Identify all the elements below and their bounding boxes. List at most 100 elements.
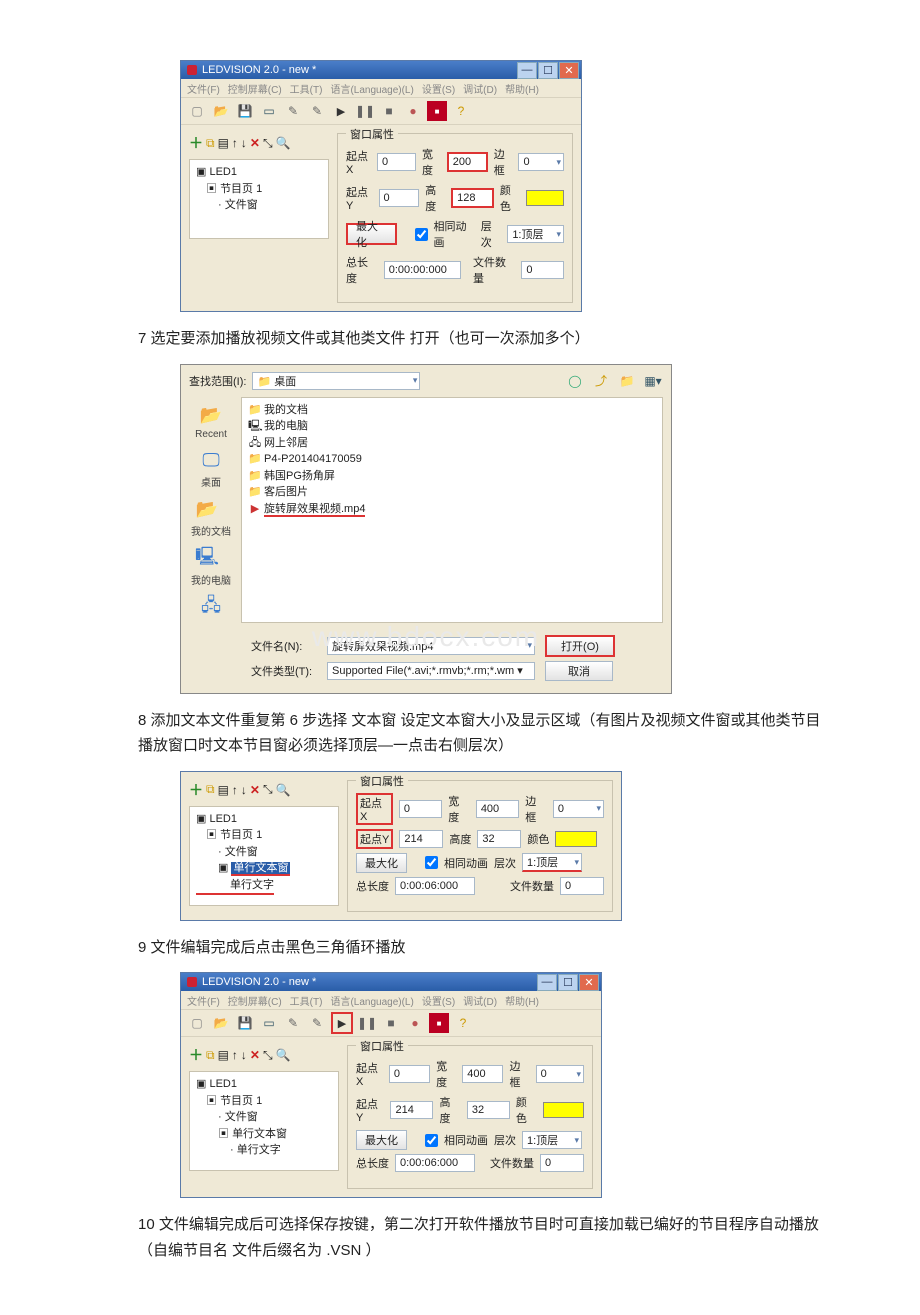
menu-tools[interactable]: 工具(T) [290,993,323,1008]
select-layer[interactable]: 1:顶层▾ [522,1131,582,1149]
tree-node-page[interactable]: ▣ 节目页 1 [196,1093,332,1110]
new-folder-icon[interactable]: 📁 [617,371,637,391]
edit-icon[interactable]: ✎ [307,1013,327,1033]
recent-icon[interactable]: 📂 [195,403,227,429]
input-duration[interactable]: 0:00:06:000 [395,1154,475,1172]
input-startx[interactable]: 0 [399,800,442,818]
pause-icon[interactable]: ❚❚ [355,101,375,121]
paste-icon[interactable]: ▤ [218,1048,229,1062]
back-icon[interactable]: ◯ [565,371,585,391]
copy-icon[interactable]: ⧉ [206,1048,215,1063]
select-layer[interactable]: 1:顶层▾ [507,225,564,243]
color-swatch[interactable] [543,1102,584,1118]
list-item[interactable]: ▶旋转屏效果视频.mp4 [248,501,656,518]
tree-node-page[interactable]: ▣ 节目页 1 [196,181,322,198]
copy-icon[interactable]: ⧉ [206,782,215,797]
add-icon[interactable]: ＋ [189,780,203,800]
list-item[interactable]: 🖧网上邻居 [248,435,656,452]
list-item[interactable]: 📁我的文档 [248,402,656,419]
menu-help[interactable]: 帮助(H) [505,81,539,96]
down-icon[interactable]: ↓ [241,136,247,150]
input-height[interactable]: 128 [451,188,494,208]
input-height[interactable]: 32 [467,1101,510,1119]
new-icon[interactable]: ▢ [187,1013,207,1033]
help-icon[interactable]: ? [451,101,471,121]
tree-node-textwin[interactable]: ▣ 单行文本窗 [196,1126,332,1143]
brush-icon[interactable]: ✎ [283,1013,303,1033]
program-tree[interactable]: ▣ LED1 ▣ 节目页 1 · 文件窗 ▣ 单行文本窗 单行文字 [189,806,339,906]
menu-language[interactable]: 语言(Language)(L) [330,993,413,1008]
menu-settings[interactable]: 设置(S) [422,81,455,96]
expand-icon[interactable]: ⤡ [263,782,273,797]
color-swatch[interactable] [555,831,597,847]
help-icon[interactable]: ? [453,1013,473,1033]
up-icon[interactable]: ↑ [232,136,238,150]
input-startx[interactable]: 0 [389,1065,430,1083]
tree-node-led[interactable]: ▣ LED1 [196,164,322,181]
minimize-button[interactable]: — [517,62,537,79]
copy-icon[interactable]: ⧉ [206,136,215,151]
mycomputer-icon[interactable]: 🖳 [191,546,223,572]
input-startx[interactable]: 0 [377,153,416,171]
menu-screen[interactable]: 控制屏幕(C) [228,81,282,96]
stop-icon[interactable]: ■ [381,1013,401,1033]
delete-icon[interactable]: ✕ [250,783,260,797]
paste-icon[interactable]: ▤ [218,136,229,150]
screen-icon[interactable]: ▭ [259,1013,279,1033]
maximize-button[interactable]: 最大化 [356,1130,407,1150]
select-border[interactable]: 0▾ [518,153,564,171]
maximize-button[interactable]: ☐ [558,974,578,991]
input-width[interactable]: 400 [462,1065,503,1083]
input-starty[interactable]: 0 [379,189,420,207]
record-icon[interactable]: ● [403,101,423,121]
add-icon[interactable]: ＋ [189,1045,203,1065]
close-button[interactable]: ✕ [579,974,599,991]
menu-file[interactable]: 文件(F) [187,993,220,1008]
edit-icon[interactable]: ✎ [307,101,327,121]
sameframe-checkbox[interactable] [425,856,438,869]
menu-file[interactable]: 文件(F) [187,81,220,96]
select-border[interactable]: 0▾ [553,800,604,818]
delete-icon[interactable]: ✕ [250,1048,260,1062]
input-width[interactable]: 400 [476,800,519,818]
menu-tools[interactable]: 工具(T) [290,81,323,96]
open-icon[interactable]: 📂 [211,101,231,121]
open-icon[interactable]: 📂 [211,1013,231,1033]
tree-node-page[interactable]: ▣ 节目页 1 [196,827,332,844]
record-icon[interactable]: ● [405,1013,425,1033]
list-item[interactable]: 📁P4-P201404170059 [248,451,656,468]
search-icon[interactable]: 🔍 [276,136,291,150]
select-filetype[interactable]: Supported File(*.avi;*.rmvb;*.rm;*.wm ▾ [327,662,535,680]
tree-node-singleline[interactable]: 单行文字 [196,877,274,896]
menu-debug[interactable]: 调试(D) [463,993,497,1008]
file-list[interactable]: 📁我的文档 🖳我的电脑 🖧网上邻居 📁P4-P201404170059 📁韩国P… [241,397,663,623]
program-tree[interactable]: ▣ LED1 ▣ 节目页 1 · 文件窗 [189,159,329,239]
select-border[interactable]: 0▾ [536,1065,584,1083]
play-icon[interactable]: ▶ [331,1012,353,1034]
search-icon[interactable]: 🔍 [276,783,291,797]
select-layer[interactable]: 1:顶层▾ [522,853,582,872]
input-duration[interactable]: 0:00:00:000 [384,261,461,279]
program-tree[interactable]: ▣ LED1 ▣ 节目页 1 · 文件窗 ▣ 单行文本窗 · 单行文字 [189,1071,339,1171]
menu-debug[interactable]: 调试(D) [463,81,497,96]
stop-icon[interactable]: ■ [379,101,399,121]
menu-language[interactable]: 语言(Language)(L) [330,81,413,96]
input-filecount[interactable]: 0 [560,877,604,895]
up-folder-icon[interactable]: ⤴ [591,371,611,391]
expand-icon[interactable]: ⤡ [263,1048,273,1063]
menu-screen[interactable]: 控制屏幕(C) [228,993,282,1008]
input-filename[interactable]: 旋转屏效果视频.mp4▾ [327,637,535,655]
sameframe-checkbox[interactable] [425,1134,438,1147]
input-width[interactable]: 200 [447,152,488,172]
desktop-icon[interactable]: 🖵 [195,448,227,474]
views-icon[interactable]: ▦▾ [643,371,663,391]
input-starty[interactable]: 214 [399,830,443,848]
color-swatch[interactable] [526,190,564,206]
input-height[interactable]: 32 [477,830,521,848]
expand-icon[interactable]: ⤡ [263,136,273,151]
new-icon[interactable]: ▢ [187,101,207,121]
select-scope[interactable]: 📁 桌面▾ [252,372,420,390]
up-icon[interactable]: ↑ [232,1048,238,1062]
maximize-button[interactable]: 最大化 [346,223,397,245]
network-icon[interactable]: 🖧 [195,595,227,621]
